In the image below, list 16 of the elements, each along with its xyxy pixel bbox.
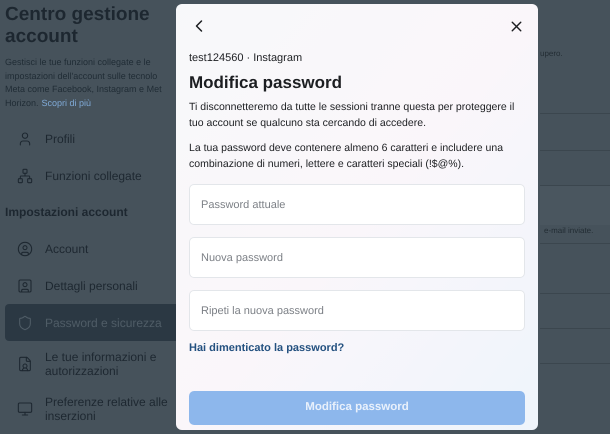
info-paragraph: La tua password deve contenere almeno 6 caratteri e includere una combinazione di numeri, lettere e caratteri speciali (!$@%). [189, 141, 504, 172]
document-person-icon [17, 356, 33, 372]
person-icon [17, 130, 33, 146]
id-card-icon [17, 278, 33, 294]
learn-more-link[interactable]: Scopri di più [42, 96, 92, 110]
shield-icon [17, 314, 33, 330]
screen-icon [17, 400, 33, 416]
password-field[interactable]: Nuova password [189, 237, 525, 278]
dialog-title: Modifica password [189, 72, 344, 94]
forgot-password-link[interactable]: Hai dimenticato la password? [189, 340, 344, 356]
password-field[interactable]: Password attuale [189, 184, 525, 225]
account-label: test124560 · Instagram [189, 51, 304, 66]
person-circle-icon [17, 240, 33, 256]
password-field[interactable]: Ripeti la nuova password [189, 290, 525, 331]
nodes-icon [17, 168, 33, 184]
info-paragraph: Ti disconnetteremo da tutte le sessioni tranne questa per proteggere il tuo account se qualcuno sta cercando di accedere. [189, 100, 516, 131]
